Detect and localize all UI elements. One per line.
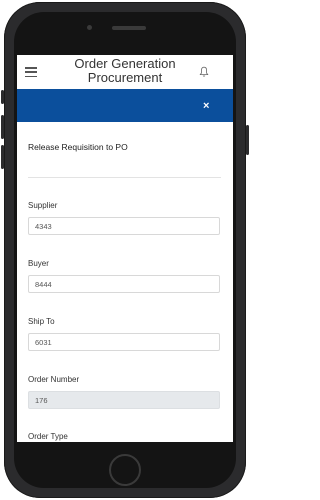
volume-up-button [1, 115, 4, 139]
order-number-label: Order Number [28, 375, 80, 384]
buyer-label: Buyer [28, 259, 49, 268]
supplier-field[interactable] [28, 217, 220, 235]
divider [28, 177, 221, 178]
app-header: Order Generation Procurement [17, 55, 233, 89]
buyer-field[interactable] [28, 275, 220, 293]
ship-to-label: Ship To [28, 317, 55, 326]
ship-to-field[interactable] [28, 333, 220, 351]
order-number-field[interactable] [28, 391, 220, 409]
volume-down-button [1, 145, 4, 169]
close-icon[interactable]: × [203, 101, 209, 112]
front-camera [87, 25, 92, 30]
app-screen: Order Generation Procurement × Release R… [17, 55, 233, 442]
mute-switch [1, 90, 4, 104]
modal-body: Release Requisition to PO Supplier Buyer… [17, 122, 233, 442]
bell-icon[interactable] [199, 66, 209, 78]
home-button[interactable] [109, 454, 141, 486]
hamburger-menu-icon[interactable] [25, 67, 37, 78]
power-button [246, 125, 249, 155]
speaker-grille [112, 26, 146, 30]
page-title: Order Generation Procurement [74, 56, 176, 85]
modal-title: Release Requisition to PO [28, 142, 128, 152]
order-type-label: Order Type [28, 432, 68, 441]
modal-header: × [17, 89, 233, 122]
supplier-label: Supplier [28, 201, 58, 210]
